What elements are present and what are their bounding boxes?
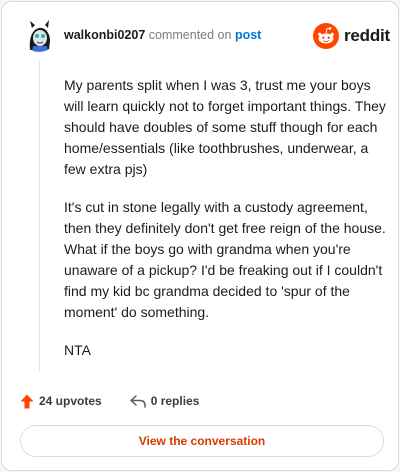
comment-card: walkonbi0207 commented on post reddit My… [1,1,399,471]
reply-arrow-icon [129,394,146,408]
username-link[interactable]: walkonbi0207 [64,28,145,42]
reply-button[interactable]: 0 replies [129,394,200,408]
comment-body: My parents split when I was 3, trust me … [64,75,386,378]
reddit-wordmark: reddit [344,26,391,45]
comment-paragraph: My parents split when I was 3, trust me … [64,77,386,177]
reddit-logo[interactable]: reddit [313,22,390,50]
comment-paragraph: It's cut in stone legally with a custody… [64,199,386,320]
upvote-count: 24 upvotes [39,394,102,408]
comment-meta: walkonbi0207 commented on post [64,28,261,42]
reddit-snoo-icon [313,23,339,49]
reply-count: 0 replies [150,394,200,408]
comment-paragraph: NTA [64,342,91,358]
view-conversation-button[interactable]: View the conversation [20,425,384,457]
user-avatar[interactable] [21,16,57,52]
post-link[interactable]: post [235,28,261,42]
meta-action-text: commented on [148,28,232,42]
upvote-arrow-icon [20,394,34,408]
comment-header: walkonbi0207 commented on post reddit [2,2,398,66]
comment-footer: 24 upvotes 0 replies [20,391,227,411]
avatar-image [21,16,57,52]
thread-line [39,60,40,372]
upvote-button[interactable]: 24 upvotes [20,394,102,409]
